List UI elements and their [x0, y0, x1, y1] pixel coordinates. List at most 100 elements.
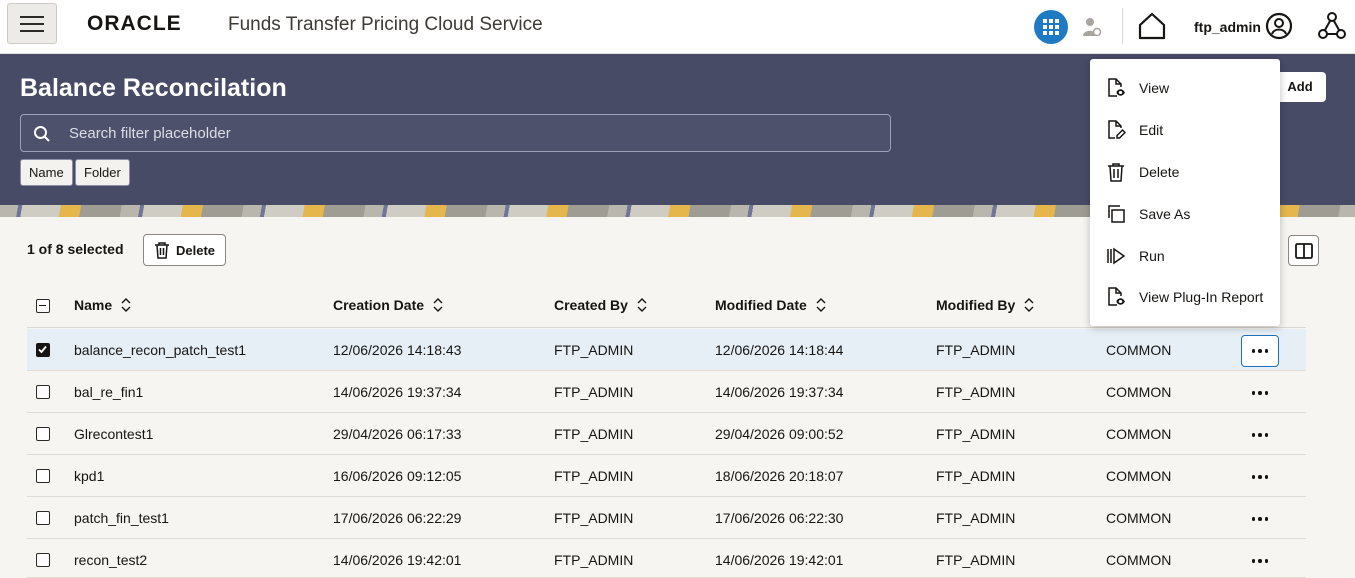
search-input[interactable]	[69, 115, 879, 151]
cell-name[interactable]: bal_re_fin1	[74, 384, 143, 400]
row-actions-icon[interactable]	[1241, 503, 1279, 535]
cell-modified-date: 14/06/2026 19:37:34	[715, 384, 844, 400]
view-doc-icon	[1108, 78, 1125, 97]
row-actions-icon[interactable]	[1241, 461, 1279, 493]
row-context-menu: View Edit Delete Save As Run View Plug-I…	[1090, 59, 1280, 326]
menu-item-view[interactable]: View	[1090, 67, 1280, 109]
cell-modified-by: FTP_ADMIN	[936, 510, 1016, 526]
trash-icon	[155, 241, 169, 259]
sort-icon	[1024, 298, 1034, 312]
add-button[interactable]: Add	[1274, 72, 1326, 102]
row-checkbox[interactable]	[36, 553, 50, 567]
user-avatar-icon[interactable]	[1264, 11, 1294, 41]
search-box[interactable]	[20, 114, 891, 152]
cell-creation-date: 12/06/2026 14:18:43	[333, 342, 462, 358]
app-grid-icon[interactable]	[1034, 10, 1068, 44]
row-actions-icon[interactable]	[1241, 419, 1279, 451]
selection-count: 1 of 8 selected	[27, 241, 124, 257]
cell-modified-date: 29/04/2026 09:00:52	[715, 426, 844, 442]
column-header-modified-date[interactable]: Modified Date	[715, 297, 826, 313]
row-checkbox[interactable]	[36, 427, 50, 441]
column-header-creation-date[interactable]: Creation Date	[333, 297, 443, 313]
sort-icon	[433, 298, 443, 312]
table-row[interactable]: kpd1 16/06/2026 09:12:05 FTP_ADMIN 18/06…	[27, 455, 1306, 497]
cell-created-by: FTP_ADMIN	[554, 552, 634, 568]
edit-doc-icon	[1108, 120, 1126, 139]
menu-item-view-plug-in-report[interactable]: View Plug-In Report	[1090, 276, 1280, 318]
column-header-modified-by[interactable]: Modified By	[936, 297, 1034, 313]
row-checkbox[interactable]	[36, 469, 50, 483]
menu-item-run[interactable]: Run	[1090, 235, 1280, 277]
row-checkbox[interactable]	[36, 385, 50, 399]
cell-creation-date: 14/06/2026 19:42:01	[333, 552, 462, 568]
delete-button[interactable]: Delete	[143, 234, 226, 266]
cell-modified-date: 17/06/2026 06:22:30	[715, 510, 844, 526]
cell-created-by: FTP_ADMIN	[554, 510, 634, 526]
cell-modified-date: 12/06/2026 14:18:44	[715, 342, 844, 358]
cell-folder: COMMON	[1106, 468, 1172, 484]
column-header-name[interactable]: Name	[74, 297, 131, 313]
menu-item-label: Save As	[1139, 206, 1191, 222]
cell-name[interactable]: kpd1	[74, 468, 104, 484]
cell-modified-by: FTP_ADMIN	[936, 468, 1016, 484]
app-title: Funds Transfer Pricing Cloud Service	[228, 14, 543, 35]
cell-name[interactable]: balance_recon_patch_test1	[74, 342, 246, 358]
trash-icon	[1108, 163, 1124, 182]
cell-created-by: FTP_ADMIN	[554, 426, 634, 442]
table-row[interactable]: recon_test2 14/06/2026 19:42:01 FTP_ADMI…	[27, 539, 1306, 578]
cell-created-by: FTP_ADMIN	[554, 342, 634, 358]
menu-item-label: Run	[1139, 248, 1165, 264]
cell-creation-date: 16/06/2026 09:12:05	[333, 468, 462, 484]
column-header-created-by[interactable]: Created By	[554, 297, 647, 313]
row-actions-icon[interactable]	[1241, 545, 1279, 577]
report-doc-icon	[1108, 287, 1125, 306]
delete-button-label: Delete	[176, 242, 216, 258]
columns-icon	[1294, 242, 1313, 259]
table-row[interactable]: bal_re_fin1 14/06/2026 19:37:34 FTP_ADMI…	[27, 371, 1306, 413]
cell-folder: COMMON	[1106, 426, 1172, 442]
cell-created-by: FTP_ADMIN	[554, 468, 634, 484]
column-layout-button[interactable]	[1288, 235, 1319, 266]
row-actions-icon[interactable]	[1241, 335, 1279, 367]
run-icon	[1107, 247, 1126, 265]
oracle-logo: ORACLE	[87, 12, 182, 35]
sort-icon	[816, 298, 826, 312]
cell-folder: COMMON	[1106, 342, 1172, 358]
cell-folder: COMMON	[1106, 552, 1172, 568]
select-all-checkbox[interactable]	[36, 299, 50, 313]
cell-name[interactable]: recon_test2	[74, 552, 147, 568]
menu-item-save-as[interactable]: Save As	[1090, 193, 1280, 235]
menu-item-delete[interactable]: Delete	[1090, 151, 1280, 193]
search-icon	[34, 126, 50, 142]
filter-chip-name[interactable]: Name	[20, 159, 73, 186]
filter-chip-folder[interactable]: Folder	[75, 159, 130, 186]
menu-item-label: View Plug-In Report	[1139, 289, 1264, 305]
cell-folder: COMMON	[1106, 510, 1172, 526]
cell-creation-date: 29/04/2026 06:17:33	[333, 426, 462, 442]
sort-icon	[121, 298, 131, 312]
cell-modified-by: FTP_ADMIN	[936, 342, 1016, 358]
row-checkbox[interactable]	[36, 511, 50, 525]
user-settings-icon[interactable]	[1080, 14, 1104, 40]
cell-name[interactable]: Glrecontest1	[74, 426, 153, 442]
menu-item-label: View	[1139, 80, 1170, 96]
table-row[interactable]: Glrecontest1 29/04/2026 06:17:33 FTP_ADM…	[27, 413, 1306, 455]
hamburger-menu-icon[interactable]	[7, 3, 57, 44]
row-actions-icon[interactable]	[1241, 377, 1279, 409]
menu-item-edit[interactable]: Edit	[1090, 109, 1280, 151]
home-icon[interactable]	[1136, 10, 1168, 42]
table-row[interactable]: patch_fin_test1 17/06/2026 06:22:29 FTP_…	[27, 497, 1306, 539]
page-title: Balance Reconcilation	[20, 74, 287, 102]
cell-creation-date: 17/06/2026 06:22:29	[333, 510, 462, 526]
copy-icon	[1108, 205, 1125, 223]
checkmark-icon	[38, 345, 47, 354]
top-bar: ORACLE Funds Transfer Pricing Cloud Serv…	[0, 0, 1355, 54]
cell-modified-date: 14/06/2026 19:42:01	[715, 552, 844, 568]
cell-name[interactable]: patch_fin_test1	[74, 510, 169, 526]
network-icon[interactable]	[1316, 10, 1348, 42]
row-checkbox[interactable]	[36, 343, 50, 357]
menu-item-label: Edit	[1139, 122, 1164, 138]
table-row[interactable]: balance_recon_patch_test1 12/06/2026 14:…	[27, 329, 1306, 371]
user-name[interactable]: ftp_admin	[1194, 19, 1261, 35]
menu-item-label: Delete	[1139, 164, 1180, 180]
